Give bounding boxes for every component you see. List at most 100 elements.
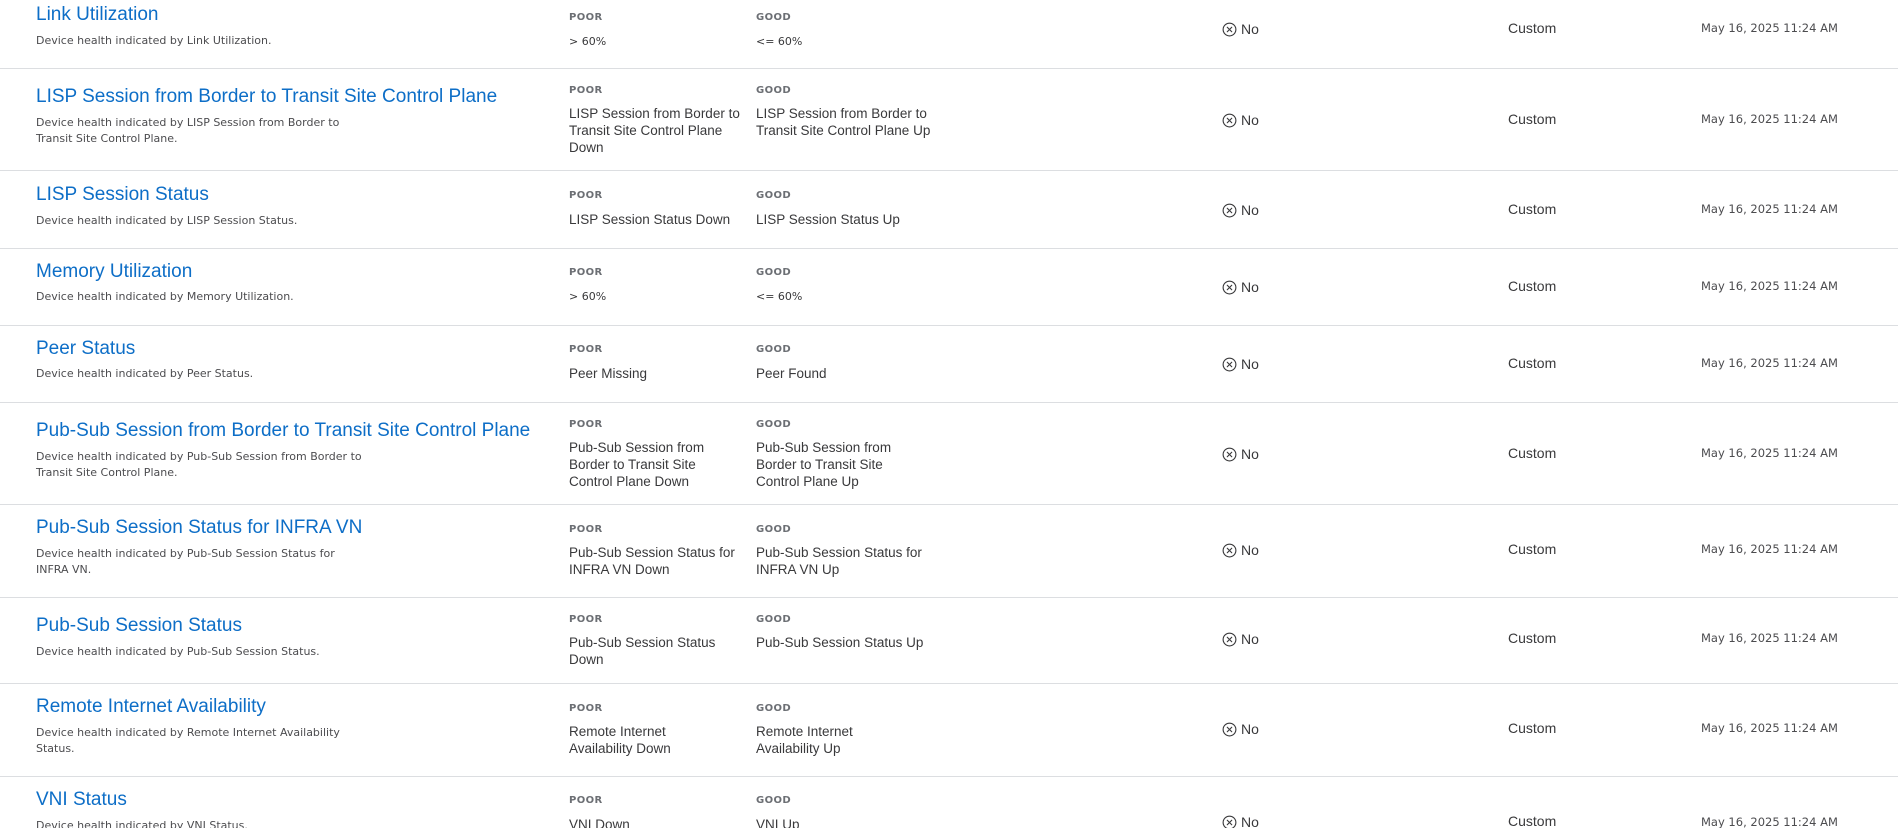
good-value: LISP Session from Border to Transit Site… [756, 106, 931, 138]
kpi-name-link[interactable]: Pub-Sub Session from Border to Transit S… [36, 420, 530, 442]
good-label: GOOD [756, 267, 792, 278]
table-row: Pub-Sub Session Status for INFRA VN Devi… [0, 505, 1898, 598]
good-value: LISP Session Status Up [756, 212, 900, 227]
kpi-enabled-value: No [1241, 631, 1259, 647]
table-row: Memory Utilization Device health indicat… [0, 249, 1898, 326]
kpi-type: Custom [1508, 445, 1557, 461]
poor-label: POOR [569, 524, 603, 535]
close-circle-icon [1222, 722, 1237, 736]
kpi-enabled-value: No [1241, 112, 1259, 128]
close-circle-icon [1222, 543, 1237, 557]
poor-label: POOR [569, 419, 603, 430]
last-updated: May 16, 2025 11:24 AM [1701, 631, 1838, 645]
kpi-enabled: No [1222, 20, 1259, 38]
last-updated: May 16, 2025 11:24 AM [1701, 356, 1838, 370]
good-label: GOOD [756, 703, 792, 714]
poor-value: > 60% [569, 290, 607, 303]
kpi-name-link[interactable]: Memory Utilization [36, 261, 192, 283]
kpi-enabled-value: No [1241, 814, 1259, 828]
table-row: VNI Status Device health indicated by VN… [0, 777, 1898, 828]
last-updated: May 16, 2025 11:24 AM [1701, 446, 1838, 460]
kpi-description: Device health indicated by Peer Status. [36, 367, 254, 380]
close-circle-icon [1222, 203, 1237, 217]
close-circle-icon [1222, 815, 1237, 828]
kpi-description: Device health indicated by Link Utilizat… [36, 34, 272, 47]
table-row: Peer Status Device health indicated by P… [0, 326, 1898, 403]
kpi-description: Device health indicated by LISP Session … [36, 214, 298, 227]
last-updated: May 16, 2025 11:24 AM [1701, 21, 1838, 35]
close-circle-icon [1222, 113, 1237, 127]
close-circle-icon [1222, 357, 1237, 371]
good-value: Pub-Sub Session from Border to Transit S… [756, 440, 892, 489]
poor-value: LISP Session Status Down [569, 212, 731, 227]
kpi-description: Device health indicated by Remote Intern… [36, 726, 340, 755]
good-label: GOOD [756, 85, 792, 96]
poor-value: VNI Down [569, 817, 630, 828]
close-circle-icon [1222, 22, 1237, 36]
poor-value: Pub-Sub Session from Border to Transit S… [569, 440, 705, 489]
kpi-enabled-value: No [1241, 721, 1259, 737]
close-circle-icon [1222, 280, 1237, 294]
poor-label: POOR [569, 85, 603, 96]
kpi-enabled: No [1222, 355, 1259, 373]
table-row: Link Utilization Device health indicated… [0, 0, 1898, 69]
good-value: <= 60% [756, 290, 803, 303]
kpi-type: Custom [1508, 278, 1557, 294]
last-updated: May 16, 2025 11:24 AM [1701, 542, 1838, 556]
kpi-name-link[interactable]: Remote Internet Availability [36, 696, 266, 718]
poor-value: Pub-Sub Session Status for INFRA VN Down [569, 545, 735, 577]
kpi-enabled-value: No [1241, 542, 1259, 558]
poor-label: POOR [569, 12, 603, 23]
kpi-type: Custom [1508, 20, 1557, 36]
kpi-type: Custom [1508, 630, 1557, 646]
kpi-name-link[interactable]: Link Utilization [36, 4, 159, 26]
poor-label: POOR [569, 614, 603, 625]
kpi-description: Device health indicated by VNI Status. [36, 819, 248, 828]
last-updated: May 16, 2025 11:24 AM [1701, 112, 1838, 126]
last-updated: May 16, 2025 11:24 AM [1701, 815, 1838, 828]
good-label: GOOD [756, 795, 792, 806]
poor-value: LISP Session from Border to Transit Site… [569, 106, 740, 155]
table-row: Remote Internet Availability Device heal… [0, 684, 1898, 777]
kpi-description: Device health indicated by Memory Utiliz… [36, 290, 294, 303]
kpi-name-link[interactable]: Pub-Sub Session Status [36, 615, 242, 637]
close-circle-icon [1222, 447, 1237, 461]
kpi-type: Custom [1508, 813, 1557, 828]
kpi-description: Device health indicated by LISP Session … [36, 116, 340, 145]
kpi-name-link[interactable]: LISP Session Status [36, 184, 209, 206]
kpi-name-link[interactable]: LISP Session from Border to Transit Site… [36, 86, 497, 108]
good-value: Pub-Sub Session Status Up [756, 635, 924, 650]
kpi-type: Custom [1508, 111, 1557, 127]
last-updated: May 16, 2025 11:24 AM [1701, 279, 1838, 293]
kpi-enabled-value: No [1241, 21, 1259, 37]
kpi-description: Device health indicated by Pub-Sub Sessi… [36, 547, 335, 576]
kpi-table: Link Utilization Device health indicated… [0, 0, 1898, 828]
last-updated: May 16, 2025 11:24 AM [1701, 202, 1838, 216]
poor-label: POOR [569, 267, 603, 278]
kpi-enabled: No [1222, 720, 1259, 738]
good-value: Remote Internet Availability Up [756, 724, 853, 756]
last-updated: May 16, 2025 11:24 AM [1701, 721, 1838, 735]
poor-label: POOR [569, 344, 603, 355]
table-row: LISP Session Status Device health indica… [0, 171, 1898, 249]
poor-label: POOR [569, 703, 603, 714]
table-row: Pub-Sub Session Status Device health ind… [0, 598, 1898, 684]
kpi-name-link[interactable]: VNI Status [36, 789, 127, 811]
good-value: <= 60% [756, 35, 803, 48]
kpi-name-link[interactable]: Peer Status [36, 338, 135, 360]
table-row: LISP Session from Border to Transit Site… [0, 69, 1898, 171]
kpi-enabled-value: No [1241, 446, 1259, 462]
close-circle-icon [1222, 632, 1237, 646]
good-value: Pub-Sub Session Status for INFRA VN Up [756, 545, 922, 577]
poor-value: Remote Internet Availability Down [569, 724, 671, 756]
kpi-name-link[interactable]: Pub-Sub Session Status for INFRA VN [36, 517, 362, 539]
kpi-enabled-value: No [1241, 356, 1259, 372]
poor-label: POOR [569, 795, 603, 806]
kpi-enabled: No [1222, 630, 1259, 648]
kpi-description: Device health indicated by Pub-Sub Sessi… [36, 645, 320, 658]
good-label: GOOD [756, 524, 792, 535]
kpi-type: Custom [1508, 541, 1557, 557]
kpi-enabled-value: No [1241, 202, 1259, 218]
kpi-type: Custom [1508, 720, 1557, 736]
good-value: Peer Found [756, 366, 827, 381]
